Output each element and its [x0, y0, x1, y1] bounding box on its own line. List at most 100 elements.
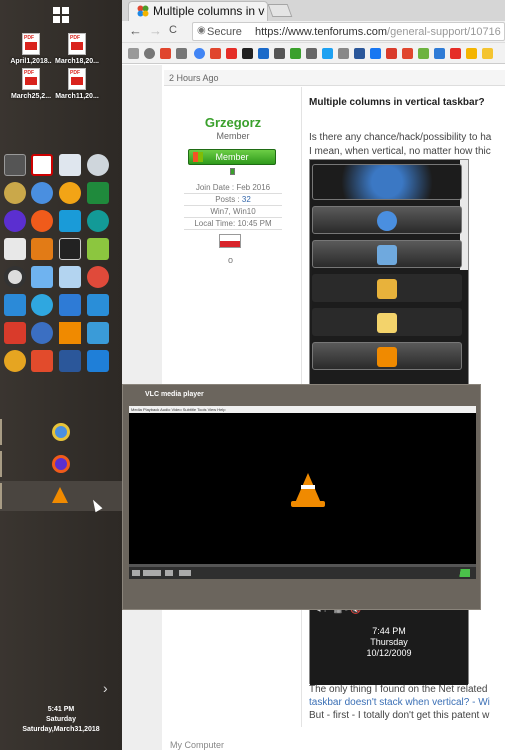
taskbar-button-chrome[interactable] [0, 417, 122, 447]
vlc-video-area [129, 413, 476, 567]
pdf-icon: PDF [22, 33, 40, 55]
running-indicator [0, 419, 2, 445]
skype-icon[interactable] [87, 294, 109, 316]
user-role: Member [216, 131, 250, 141]
bookmark-icon[interactable] [402, 48, 413, 59]
expand-chevron-icon[interactable]: › [103, 680, 108, 696]
app-icon[interactable] [4, 182, 26, 204]
app-icon[interactable] [87, 210, 109, 232]
app-icon[interactable] [59, 294, 81, 316]
taskbar-item [312, 240, 462, 268]
back-button[interactable]: ← [129, 23, 142, 38]
bookmark-icon[interactable] [482, 48, 493, 59]
app-icon[interactable] [4, 322, 26, 344]
opera-icon[interactable] [4, 266, 26, 288]
app-icon[interactable] [31, 322, 53, 344]
user-extra: o [228, 255, 234, 265]
photos-icon[interactable] [87, 266, 109, 288]
running-indicator [0, 451, 2, 477]
firefox-icon[interactable] [4, 210, 26, 232]
word-icon[interactable] [59, 350, 81, 372]
bookmark-icon[interactable] [128, 48, 139, 59]
app-icon[interactable] [87, 322, 109, 344]
app-icon[interactable] [4, 350, 26, 372]
youtube-icon[interactable] [226, 48, 237, 59]
bookmark-icon[interactable] [210, 48, 221, 59]
app-icon [377, 245, 397, 265]
new-tab-button[interactable] [267, 4, 293, 17]
windows-start-icon[interactable] [53, 7, 69, 23]
bookmark-icon[interactable] [434, 48, 445, 59]
bookmark-icon[interactable] [386, 48, 397, 59]
mail-icon[interactable] [4, 238, 26, 260]
edge-icon[interactable] [31, 294, 53, 316]
bookmark-icon[interactable] [242, 48, 253, 59]
app-icon[interactable] [59, 238, 81, 260]
post-time: 2 Hours Ago [169, 73, 219, 83]
app-icon[interactable] [59, 182, 81, 204]
bookmark-icon[interactable] [176, 48, 187, 59]
firefox-icon[interactable] [31, 210, 53, 232]
chrome-icon [52, 423, 70, 441]
app-icon[interactable] [31, 350, 53, 372]
bookmark-icon[interactable] [418, 48, 429, 59]
vlc-thumbnail-preview[interactable]: VLC media player Media Playback Audio Vi… [122, 384, 481, 610]
bookmark-icon[interactable] [274, 48, 285, 59]
bookmark-icon[interactable] [370, 48, 381, 59]
volume-icon [450, 569, 470, 577]
bookmark-icon[interactable] [160, 48, 171, 59]
browser-window: Multiple columns in vertical taskbar ← →… [122, 0, 505, 750]
gear-icon[interactable] [144, 48, 155, 59]
bookmark-icon[interactable] [290, 48, 301, 59]
taskbar-button-vlc[interactable] [0, 481, 122, 511]
pdf-icon: PDF [68, 68, 86, 90]
reload-button[interactable]: C [169, 24, 177, 36]
firefox-icon [52, 455, 70, 473]
vlc-icon[interactable] [59, 322, 81, 344]
app-icon[interactable] [59, 266, 81, 288]
calculator-icon[interactable] [59, 154, 81, 176]
bookmark-icon[interactable] [306, 48, 317, 59]
taskbar-item [312, 274, 462, 302]
bookmark-icon[interactable] [466, 48, 477, 59]
clock-date: Saturday,March31,2018 [22, 726, 100, 733]
bookmark-icon[interactable] [322, 48, 333, 59]
lock-icon: ◉ [197, 25, 206, 36]
post-text-line: Is there any chance/hack/possibility to … [309, 132, 492, 143]
forward-button[interactable]: → [149, 23, 162, 38]
skip-icon [143, 570, 161, 576]
my-computer-link[interactable]: My Computer [170, 740, 224, 750]
username-link[interactable]: Grzegorz [164, 115, 302, 130]
app-icon[interactable] [4, 154, 26, 176]
app-icon[interactable] [87, 154, 109, 176]
app-icon[interactable] [31, 238, 53, 260]
post-link[interactable]: taskbar doesn't stack when vertical? - W… [309, 697, 490, 708]
app-icon[interactable] [4, 294, 26, 316]
vlc-icon [52, 487, 68, 503]
settings-gear-icon[interactable] [87, 350, 109, 372]
acrobat-icon[interactable] [31, 154, 53, 176]
browser-tab[interactable]: Multiple columns in vertical taskbar [128, 1, 268, 21]
desktop-file[interactable]: PDF March11,20... [48, 68, 106, 100]
pdf-icon: PDF [22, 68, 40, 90]
local-time: Local Time: 10:45 PM [184, 219, 282, 230]
tenforums-favicon-icon [137, 5, 149, 17]
app-icon[interactable] [59, 210, 81, 232]
bookmarks-bar [122, 43, 505, 64]
google-icon[interactable] [194, 48, 205, 59]
paint-icon[interactable] [31, 266, 53, 288]
bookmark-icon[interactable] [258, 48, 269, 59]
bookmark-icon[interactable] [338, 48, 349, 59]
address-bar[interactable]: ◉ Secure https://www.tenforums.com/gener… [192, 22, 505, 41]
join-date: Join Date : Feb 2016 [184, 183, 282, 194]
chrome-icon[interactable] [31, 182, 53, 204]
excel-icon[interactable] [87, 182, 109, 204]
taskbar-clock[interactable]: 5:41 PM Saturday Saturday,March31,2018 [0, 705, 122, 735]
post-count-link[interactable]: 32 [242, 195, 251, 204]
play-icon [132, 570, 140, 576]
desktop-file[interactable]: PDF March18,20... [48, 33, 106, 65]
bookmark-icon[interactable] [450, 48, 461, 59]
taskbar-button-firefox[interactable] [0, 449, 122, 479]
bookmark-icon[interactable] [354, 48, 365, 59]
app-icon[interactable] [87, 238, 109, 260]
